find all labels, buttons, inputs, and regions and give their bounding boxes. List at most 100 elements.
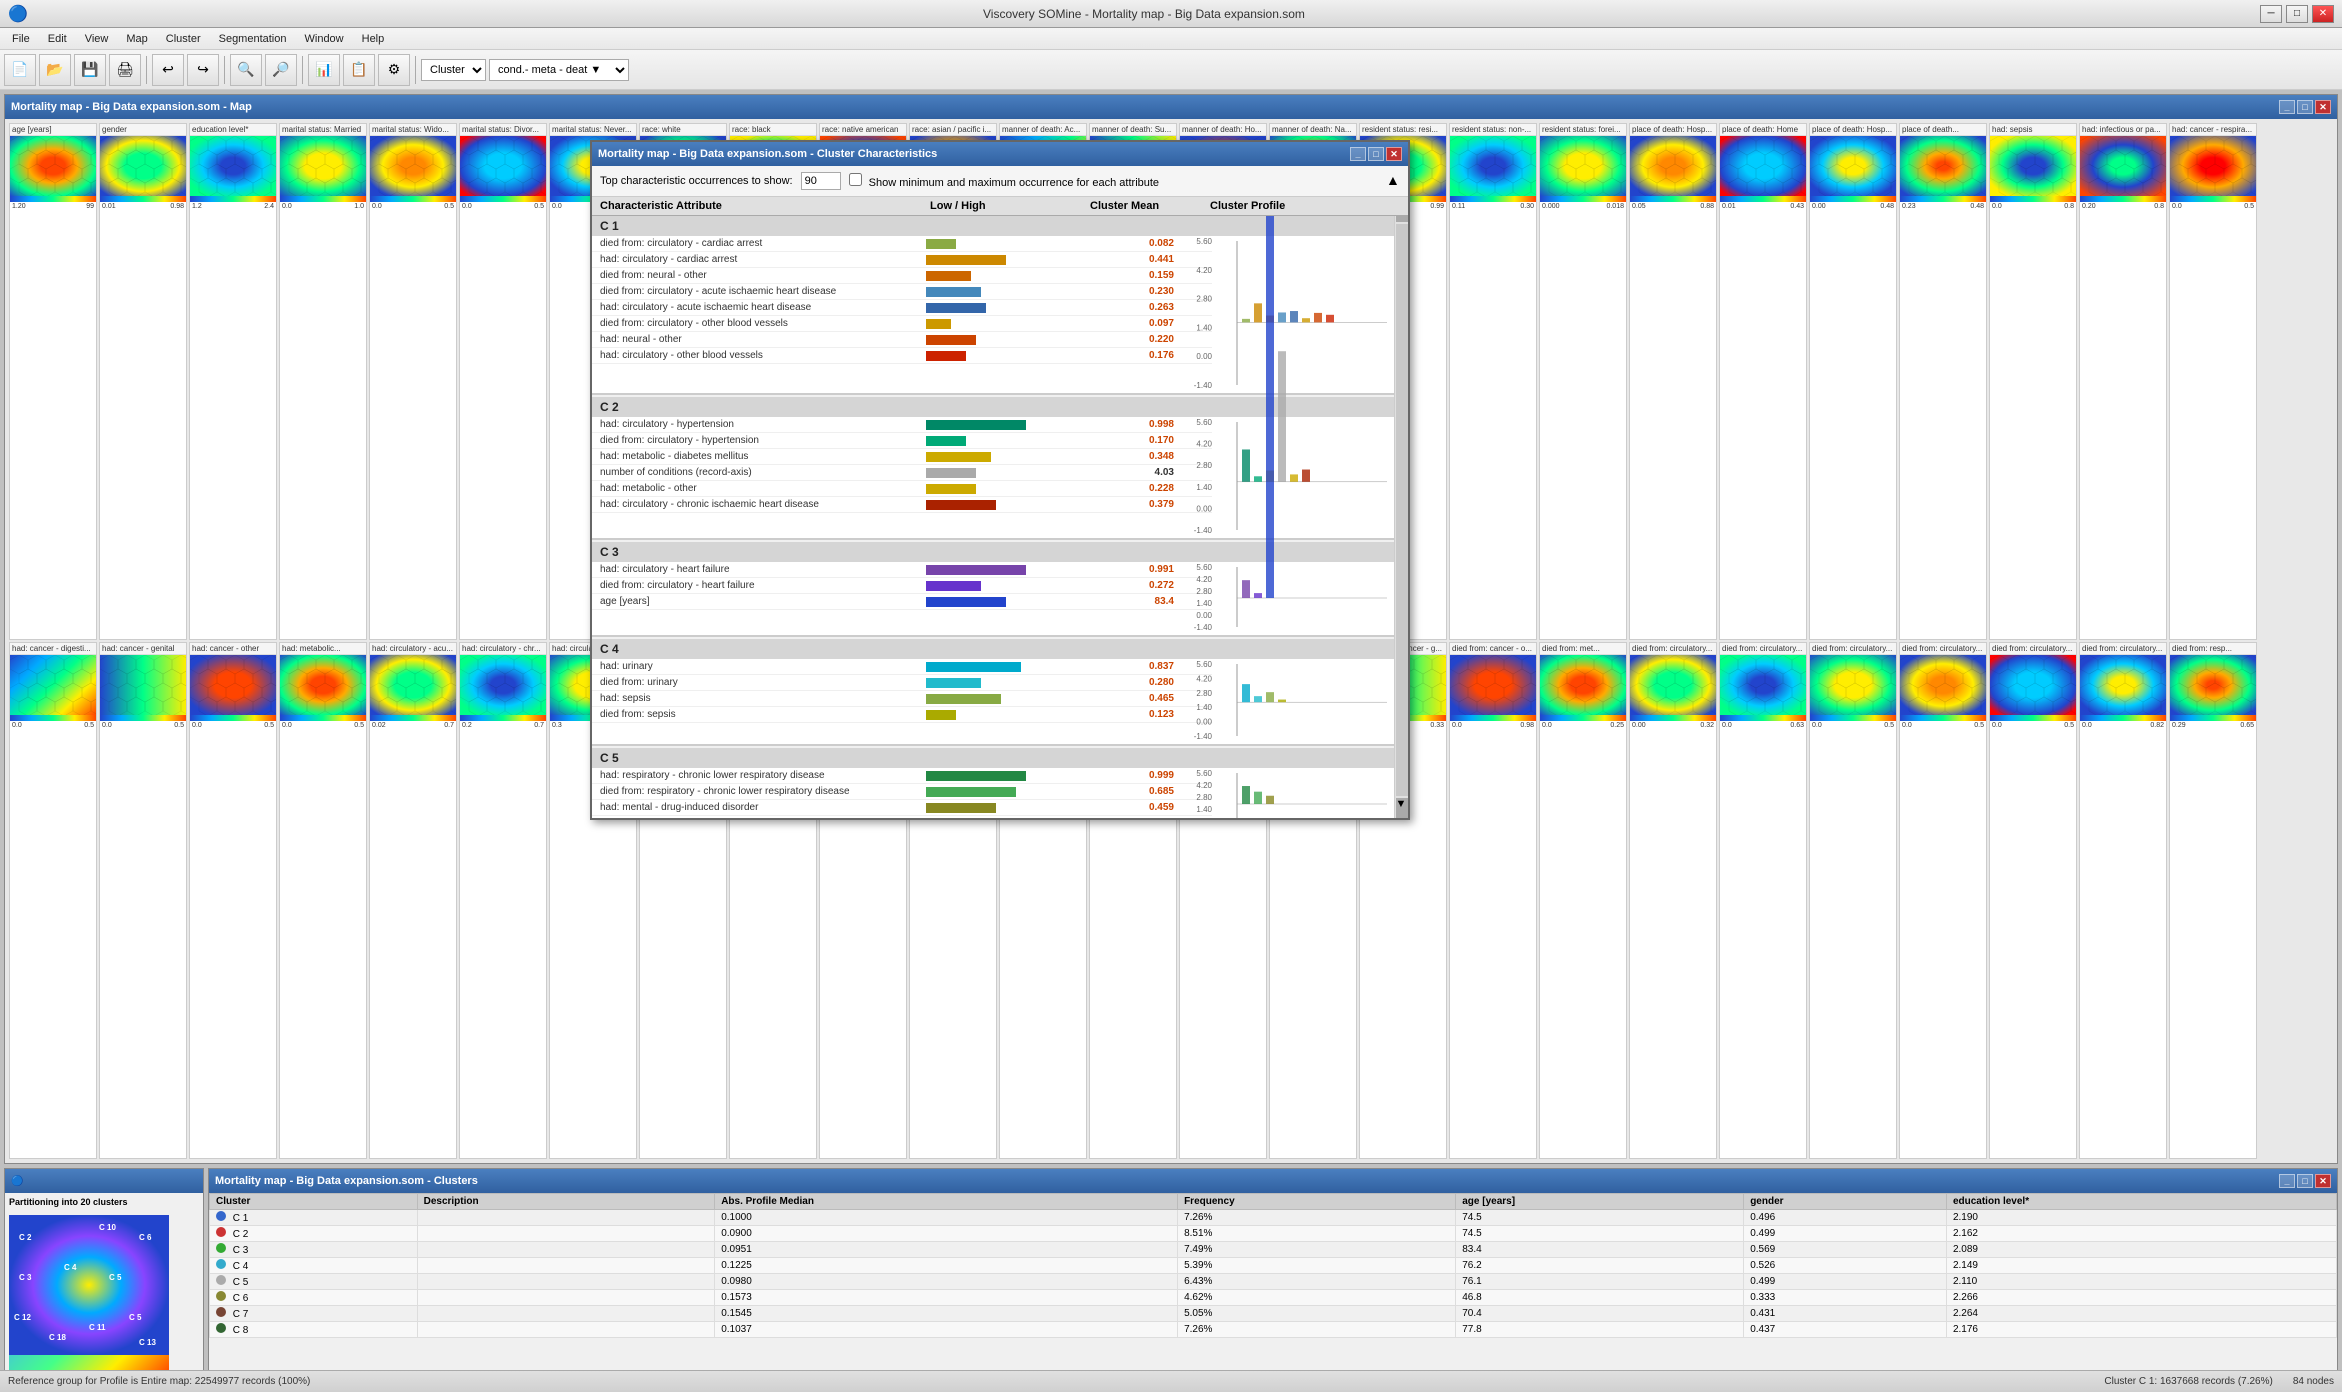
- table-row[interactable]: C 1 0.1000 7.26% 74.5 0.496 2.190: [210, 1210, 2337, 1226]
- cluster-row[interactable]: had: metabolic - other 0.228: [592, 481, 1212, 497]
- cluster-row[interactable]: had: metabolic - diabetes mellitus 0.348: [592, 449, 1212, 465]
- app-close-btn[interactable]: ✕: [2312, 5, 2334, 23]
- cond-dropdown[interactable]: cond.- meta - deat ▼: [489, 59, 629, 81]
- cluster-row[interactable]: had: circulatory - cardiac arrest 0.441: [592, 252, 1212, 268]
- map-cell[interactable]: had: sepsis 0.00.8: [1989, 123, 2077, 640]
- toolbar-open-btn[interactable]: 📂: [39, 54, 71, 86]
- cluster-char-close[interactable]: ✕: [1386, 147, 1402, 161]
- map-cell[interactable]: had: circulatory - acu... 0.020.7: [369, 642, 457, 1159]
- cluster-row[interactable]: died from: respiratory - chronic lower r…: [592, 784, 1212, 800]
- map-cell[interactable]: education level* 1.22.4: [189, 123, 277, 640]
- cluster-row[interactable]: age [years] 83.4: [592, 594, 1212, 610]
- cluster-row[interactable]: had: mental - drug-induced disorder 0.45…: [592, 800, 1212, 816]
- menu-file[interactable]: File: [4, 31, 38, 47]
- map-cell[interactable]: died from: circulatory... 0.000.32: [1629, 642, 1717, 1159]
- menu-segmentation[interactable]: Segmentation: [211, 31, 295, 47]
- map-cell[interactable]: had: circulatory - chr... 0.20.7: [459, 642, 547, 1159]
- map-cell[interactable]: died from: circulatory... 0.00.5: [1899, 642, 1987, 1159]
- map-cell[interactable]: place of death: Hosp... 0.050.88: [1629, 123, 1717, 640]
- scroll-thumb[interactable]: [1396, 224, 1408, 796]
- cluster-row[interactable]: died from: circulatory - acute ischaemic…: [592, 284, 1212, 300]
- map-cell[interactable]: died from: cancer - o... 0.00.98: [1449, 642, 1537, 1159]
- menu-cluster[interactable]: Cluster: [158, 31, 209, 47]
- map-window-minimize[interactable]: _: [2279, 100, 2295, 114]
- map-cell[interactable]: age [years] 1.2099: [9, 123, 97, 640]
- cluster-row[interactable]: had: circulatory - acute ischaemic heart…: [592, 300, 1212, 316]
- map-cell[interactable]: place of death: Home 0.010.43: [1719, 123, 1807, 640]
- map-cell[interactable]: died from: circulatory... 0.00.5: [1809, 642, 1897, 1159]
- menu-edit[interactable]: Edit: [40, 31, 75, 47]
- menu-window[interactable]: Window: [297, 31, 352, 47]
- cluster-row[interactable]: died from: circulatory - hypertension 0.…: [592, 433, 1212, 449]
- menu-map[interactable]: Map: [118, 31, 155, 47]
- table-row[interactable]: C 3 0.0951 7.49% 83.4 0.569 2.089: [210, 1242, 2337, 1258]
- clusters-close[interactable]: ✕: [2315, 1174, 2331, 1188]
- cluster-row[interactable]: died from: circulatory - heart failure 0…: [592, 578, 1212, 594]
- map-cell[interactable]: gender 0.010.98: [99, 123, 187, 640]
- cluster-row[interactable]: had: circulatory - other blood vessels 0…: [592, 348, 1212, 364]
- table-row[interactable]: C 7 0.1545 5.05% 70.4 0.431 2.264: [210, 1306, 2337, 1322]
- toolbar-zoom-in-btn[interactable]: 🔍: [230, 54, 262, 86]
- map-cell[interactable]: had: cancer - genital 0.00.5: [99, 642, 187, 1159]
- cluster-row[interactable]: had: circulatory - heart failure 0.991: [592, 562, 1212, 578]
- map-cell[interactable]: place of death... 0.230.48: [1899, 123, 1987, 640]
- toolbar-settings-btn[interactable]: ⚙: [378, 54, 410, 86]
- toolbar-redo-btn[interactable]: ↪: [187, 54, 219, 86]
- map-cell[interactable]: died from: resp... 0.290.65: [2169, 642, 2257, 1159]
- scrollbar-track[interactable]: ▲ ▼: [1394, 198, 1408, 818]
- map-cell[interactable]: resident status: forei... 0.0000.018: [1539, 123, 1627, 640]
- map-cell[interactable]: had: cancer - respira... 0.00.5: [2169, 123, 2257, 640]
- map-cell[interactable]: resident status: non-... 0.110.30: [1449, 123, 1537, 640]
- cluster-row[interactable]: had: circulatory - hypertension 0.998: [592, 417, 1212, 433]
- table-row[interactable]: C 2 0.0900 8.51% 74.5 0.499 2.162: [210, 1226, 2337, 1242]
- cluster-row[interactable]: had: respiratory - chronic lower respira…: [592, 768, 1212, 784]
- toolbar-chart-btn[interactable]: 📊: [308, 54, 340, 86]
- map-cell[interactable]: had: cancer - digesti... 0.00.5: [9, 642, 97, 1159]
- app-minimize-btn[interactable]: ─: [2260, 5, 2282, 23]
- toolbar-zoom-out-btn[interactable]: 🔎: [265, 54, 297, 86]
- scroll-down-arrow[interactable]: ▼: [1396, 798, 1408, 818]
- map-cell[interactable]: place of death: Hosp... 0.000.48: [1809, 123, 1897, 640]
- map-cell[interactable]: had: metabolic... 0.00.5: [279, 642, 367, 1159]
- cluster-row[interactable]: had: urinary 0.837: [592, 659, 1212, 675]
- map-window-maximize[interactable]: □: [2297, 100, 2313, 114]
- map-window-close[interactable]: ✕: [2315, 100, 2331, 114]
- clusters-maximize[interactable]: □: [2297, 1174, 2313, 1188]
- cluster-dropdown[interactable]: Cluster: [421, 59, 486, 81]
- toolbar-save-btn[interactable]: 💾: [74, 54, 106, 86]
- menu-help[interactable]: Help: [354, 31, 393, 47]
- map-cell[interactable]: died from: met... 0.00.25: [1539, 642, 1627, 1159]
- table-row[interactable]: C 5 0.0980 6.43% 76.1 0.499 2.110: [210, 1274, 2337, 1290]
- cluster-row[interactable]: died from: neural - other 0.159: [592, 268, 1212, 284]
- show-min-max-checkbox[interactable]: [849, 173, 862, 186]
- table-row[interactable]: C 6 0.1573 4.62% 46.8 0.333 2.266: [210, 1290, 2337, 1306]
- app-maximize-btn[interactable]: □: [2286, 5, 2308, 23]
- cluster-char-maximize[interactable]: □: [1368, 147, 1384, 161]
- cluster-row[interactable]: number of conditions (record-axis) 4.03: [592, 465, 1212, 481]
- map-cell[interactable]: marital status: Married 0.01.0: [279, 123, 367, 640]
- cluster-content[interactable]: C 1died from: circulatory - cardiac arre…: [592, 216, 1408, 818]
- toolbar-undo-btn[interactable]: ↩: [152, 54, 184, 86]
- cluster-row[interactable]: died from: circulatory - other blood ves…: [592, 316, 1212, 332]
- cluster-char-minimize[interactable]: _: [1350, 147, 1366, 161]
- toolbar-print-btn[interactable]: 🖨: [109, 54, 141, 86]
- top-char-input[interactable]: [801, 172, 841, 190]
- toolbar-table-btn[interactable]: 📋: [343, 54, 375, 86]
- cluster-row[interactable]: died from: urinary 0.280: [592, 675, 1212, 691]
- map-cell[interactable]: died from: circulatory... 0.00.82: [2079, 642, 2167, 1159]
- map-cell[interactable]: died from: circulatory... 0.00.63: [1719, 642, 1807, 1159]
- cluster-row[interactable]: had: neural - other 0.220: [592, 332, 1212, 348]
- cluster-row[interactable]: had: sepsis 0.465: [592, 691, 1212, 707]
- table-row[interactable]: C 4 0.1225 5.39% 76.2 0.526 2.149: [210, 1258, 2337, 1274]
- cluster-row[interactable]: died from: circulatory - cardiac arrest …: [592, 236, 1212, 252]
- map-cell[interactable]: had: cancer - other 0.00.5: [189, 642, 277, 1159]
- table-row[interactable]: C 8 0.1037 7.26% 77.8 0.437 2.176: [210, 1322, 2337, 1338]
- map-cell[interactable]: marital status: Divor... 0.00.5: [459, 123, 547, 640]
- map-cell[interactable]: marital status: Wido... 0.00.5: [369, 123, 457, 640]
- cluster-row[interactable]: died from: sepsis 0.123: [592, 707, 1212, 723]
- cluster-row[interactable]: had: circulatory - chronic ischaemic hea…: [592, 497, 1212, 513]
- scroll-up-btn[interactable]: ▲: [1386, 172, 1400, 190]
- map-cell[interactable]: had: infectious or pa... 0.200.8: [2079, 123, 2167, 640]
- map-cell[interactable]: died from: circulatory... 0.00.5: [1989, 642, 2077, 1159]
- clusters-minimize[interactable]: _: [2279, 1174, 2295, 1188]
